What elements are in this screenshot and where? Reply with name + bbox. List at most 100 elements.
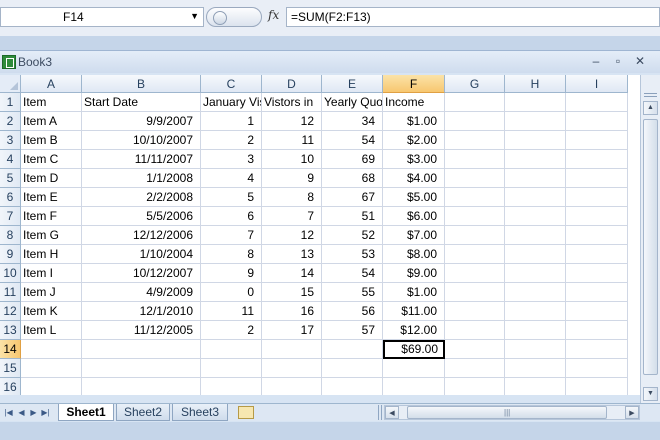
cell-h1[interactable] xyxy=(505,93,566,112)
cell-h11[interactable] xyxy=(505,283,566,302)
cell-e10[interactable]: 54 xyxy=(322,264,383,283)
cell-c13[interactable]: 2 xyxy=(201,321,262,340)
row-header-11[interactable]: 11 xyxy=(0,283,21,302)
cell-b16[interactable] xyxy=(82,378,201,395)
cell-f2[interactable]: $1.00 xyxy=(383,112,445,131)
cell-a4[interactable]: Item C xyxy=(21,150,82,169)
cell-g5[interactable] xyxy=(445,169,505,188)
cell-i2[interactable] xyxy=(566,112,628,131)
cell-h13[interactable] xyxy=(505,321,566,340)
cell-d16[interactable] xyxy=(262,378,322,395)
cell-c6[interactable]: 5 xyxy=(201,188,262,207)
cell-h15[interactable] xyxy=(505,359,566,378)
cell-c7[interactable]: 6 xyxy=(201,207,262,226)
cell-d6[interactable]: 8 xyxy=(262,188,322,207)
cell-e7[interactable]: 51 xyxy=(322,207,383,226)
vertical-scroll-thumb[interactable] xyxy=(643,119,658,375)
cell-g7[interactable] xyxy=(445,207,505,226)
cell-i15[interactable] xyxy=(566,359,628,378)
tab-split-handle[interactable] xyxy=(378,405,382,420)
column-header-b[interactable]: B xyxy=(82,75,201,93)
cell-a15[interactable] xyxy=(21,359,82,378)
row-header-3[interactable]: 3 xyxy=(0,131,21,150)
close-icon[interactable]: ✕ xyxy=(632,54,648,68)
cell-h16[interactable] xyxy=(505,378,566,395)
cell-g14[interactable] xyxy=(445,340,505,359)
cell-d2[interactable]: 12 xyxy=(262,112,322,131)
row-header-5[interactable]: 5 xyxy=(0,169,21,188)
column-header-c[interactable]: C xyxy=(201,75,262,93)
row-header-14[interactable]: 14 xyxy=(0,340,21,359)
cell-h14[interactable] xyxy=(505,340,566,359)
cell-b8[interactable]: 12/12/2006 xyxy=(82,226,201,245)
vertical-scrollbar[interactable]: ▲ ▼ xyxy=(640,75,660,405)
row-header-1[interactable]: 1 xyxy=(0,93,21,112)
cell-c5[interactable]: 4 xyxy=(201,169,262,188)
cell-a12[interactable]: Item K xyxy=(21,302,82,321)
cell-i4[interactable] xyxy=(566,150,628,169)
cell-i6[interactable] xyxy=(566,188,628,207)
cell-g10[interactable] xyxy=(445,264,505,283)
cell-e4[interactable]: 69 xyxy=(322,150,383,169)
minimize-icon[interactable]: – xyxy=(588,54,604,68)
cell-d8[interactable]: 12 xyxy=(262,226,322,245)
cell-c15[interactable] xyxy=(201,359,262,378)
active-cell-f14[interactable]: $69.00 xyxy=(383,340,445,359)
cell-f4[interactable]: $3.00 xyxy=(383,150,445,169)
cell-e14[interactable] xyxy=(322,340,383,359)
cell-i12[interactable] xyxy=(566,302,628,321)
cell-d14[interactable] xyxy=(262,340,322,359)
cell-g1[interactable] xyxy=(445,93,505,112)
cell-i3[interactable] xyxy=(566,131,628,150)
cell-a14[interactable] xyxy=(21,340,82,359)
cell-f6[interactable]: $5.00 xyxy=(383,188,445,207)
formula-input[interactable]: =SUM(F2:F13) xyxy=(286,7,660,27)
cell-i10[interactable] xyxy=(566,264,628,283)
cell-g2[interactable] xyxy=(445,112,505,131)
cell-d7[interactable]: 7 xyxy=(262,207,322,226)
cell-c16[interactable] xyxy=(201,378,262,395)
cell-d9[interactable]: 13 xyxy=(262,245,322,264)
cell-c12[interactable]: 11 xyxy=(201,302,262,321)
cell-d4[interactable]: 10 xyxy=(262,150,322,169)
split-handle[interactable] xyxy=(644,93,657,97)
cell-a9[interactable]: Item H xyxy=(21,245,82,264)
row-header-4[interactable]: 4 xyxy=(0,150,21,169)
cell-h8[interactable] xyxy=(505,226,566,245)
cell-e12[interactable]: 56 xyxy=(322,302,383,321)
cell-c9[interactable]: 8 xyxy=(201,245,262,264)
cell-a16[interactable] xyxy=(21,378,82,395)
next-sheet-icon[interactable]: ▶ xyxy=(28,406,39,419)
cell-f3[interactable]: $2.00 xyxy=(383,131,445,150)
cell-d1[interactable]: Vistors in xyxy=(262,93,322,112)
cell-f1[interactable]: Income xyxy=(383,93,445,112)
cell-f16[interactable] xyxy=(383,378,445,395)
cell-b5[interactable]: 1/1/2008 xyxy=(82,169,201,188)
cell-h12[interactable] xyxy=(505,302,566,321)
cell-h6[interactable] xyxy=(505,188,566,207)
cell-a10[interactable]: Item I xyxy=(21,264,82,283)
column-header-i[interactable]: I xyxy=(566,75,628,93)
cell-d12[interactable]: 16 xyxy=(262,302,322,321)
cell-b1[interactable]: Start Date xyxy=(82,93,201,112)
cell-c8[interactable]: 7 xyxy=(201,226,262,245)
row-header-8[interactable]: 8 xyxy=(0,226,21,245)
cell-b13[interactable]: 11/12/2005 xyxy=(82,321,201,340)
cell-i11[interactable] xyxy=(566,283,628,302)
cell-b15[interactable] xyxy=(82,359,201,378)
cell-a13[interactable]: Item L xyxy=(21,321,82,340)
cell-f7[interactable]: $6.00 xyxy=(383,207,445,226)
column-header-g[interactable]: G xyxy=(445,75,505,93)
column-header-d[interactable]: D xyxy=(262,75,322,93)
cell-g4[interactable] xyxy=(445,150,505,169)
restore-icon[interactable]: ▫ xyxy=(610,54,626,68)
cell-e3[interactable]: 54 xyxy=(322,131,383,150)
row-header-9[interactable]: 9 xyxy=(0,245,21,264)
cell-f8[interactable]: $7.00 xyxy=(383,226,445,245)
cell-g11[interactable] xyxy=(445,283,505,302)
cell-f11[interactable]: $1.00 xyxy=(383,283,445,302)
cell-h2[interactable] xyxy=(505,112,566,131)
row-header-7[interactable]: 7 xyxy=(0,207,21,226)
tab-sheet3[interactable]: Sheet3 xyxy=(172,404,228,421)
cell-f9[interactable]: $8.00 xyxy=(383,245,445,264)
